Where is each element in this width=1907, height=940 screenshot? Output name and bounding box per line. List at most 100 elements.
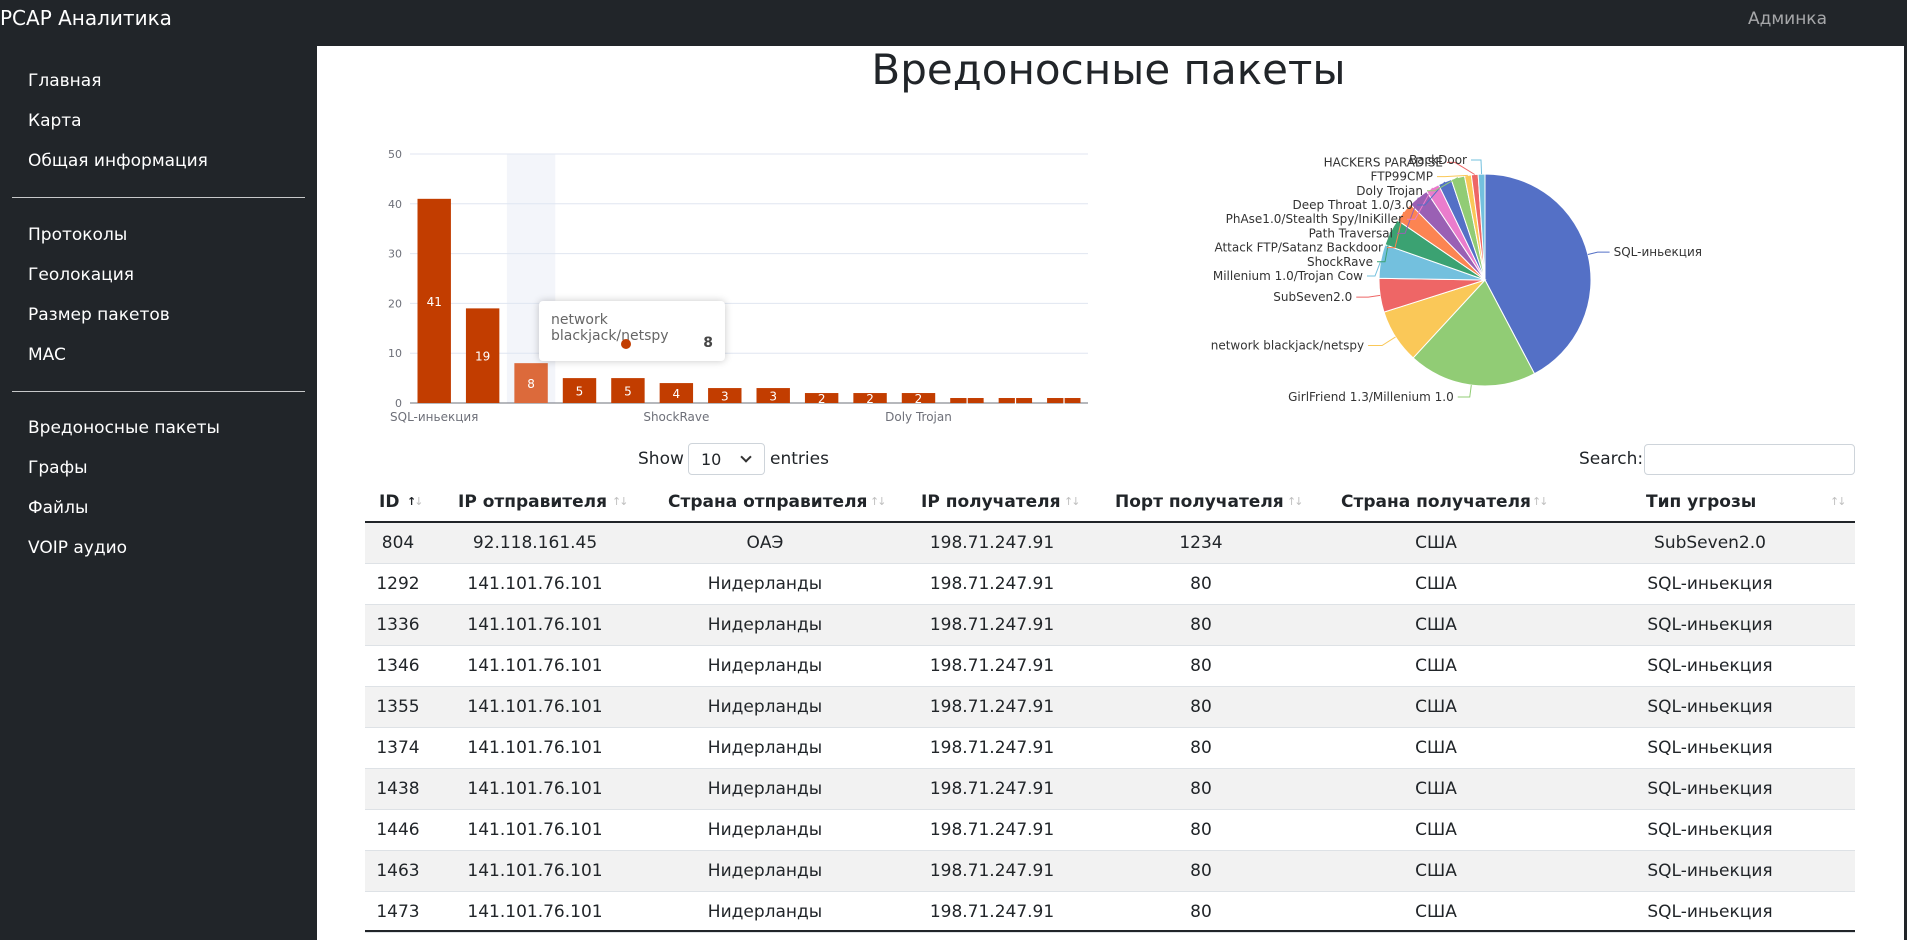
column-header-id[interactable]: ID <box>379 481 399 523</box>
table-row[interactable]: 1463 141.101.76.101 Нидерланды 198.71.247.9… <box>365 851 1855 892</box>
table-row[interactable]: 1446 141.101.76.101 Нидерланды 198.71.247.9… <box>365 810 1855 851</box>
column-header-receiver-port[interactable]: Порт получателя <box>1115 481 1284 523</box>
pie-label: Attack FTP/Satanz Backdoor <box>1214 241 1383 255</box>
cell-sender-ip: 141.101.76.101 <box>467 615 603 635</box>
cell-receiver-ip: 198.71.247.91 <box>929 615 1055 635</box>
cell-threat-type: SubSeven2.0 <box>1654 533 1766 553</box>
sort-icon[interactable]: ↑↓ <box>1287 481 1304 523</box>
sort-icon[interactable]: ↑↓ <box>870 481 887 523</box>
cell-sender-country: Нидерланды <box>707 615 823 635</box>
sidebar-item-geolocation[interactable]: Геолокация <box>28 265 134 285</box>
page-title: Вредоносные пакеты <box>871 45 1346 94</box>
table-row[interactable]: 1292 141.101.76.101 Нидерланды 198.71.247.9… <box>365 564 1855 605</box>
bar-data-label: 2 <box>866 392 874 406</box>
sidebar-item-graphs[interactable]: Графы <box>28 458 88 478</box>
sidebar-item-protocols[interactable]: Протоколы <box>28 225 127 245</box>
cell-receiver-port: 80 <box>1190 615 1212 635</box>
sidebar-item-files[interactable]: Файлы <box>28 498 88 518</box>
cell-receiver-country: США <box>1415 779 1457 799</box>
bar-chart: 0 10 20 30 40 50 41 19 8 5 5 4 3 3 2 2 2 1 1 1 SQL-иньекция S… <box>388 148 1088 424</box>
cell-receiver-country: США <box>1415 656 1457 676</box>
cell-receiver-port: 80 <box>1190 738 1212 758</box>
table-row[interactable]: 1473 141.101.76.101 Нидерланды 198.71.247.9… <box>365 892 1855 933</box>
entries-label: entries <box>770 449 829 469</box>
cell-receiver-country: США <box>1415 697 1457 717</box>
app-brand[interactable]: PCAP Аналитика <box>0 6 172 30</box>
pie-label: BackDoor <box>1409 153 1467 167</box>
cell-sender-ip: 141.101.76.101 <box>467 738 603 758</box>
sidebar-item-mac[interactable]: MAC <box>28 345 66 365</box>
table-row[interactable]: 1346 141.101.76.101 Нидерланды 198.71.247.9… <box>365 646 1855 687</box>
column-header-sender-country[interactable]: Страна отправителя <box>668 481 867 523</box>
bar-data-label: 2 <box>818 392 826 406</box>
sidebar-item-voip-audio[interactable]: VOIP аудио <box>28 538 127 558</box>
table-row[interactable]: 804 92.118.161.45 ОАЭ 198.71.247.91 1234 США S… <box>365 523 1855 564</box>
sort-icon[interactable]: ↑↓ <box>1830 481 1847 523</box>
column-header-receiver-ip[interactable]: IP получателя <box>921 481 1061 523</box>
top-navbar: PCAP Аналитика Админка <box>0 0 1907 46</box>
bar-data-label: 5 <box>624 385 632 399</box>
cell-receiver-port: 80 <box>1190 574 1212 594</box>
entries-per-page-select[interactable]: 10 <box>688 443 765 475</box>
bar-data-label: 5 <box>576 385 584 399</box>
cell-sender-ip: 141.101.76.101 <box>467 902 603 922</box>
sidebar-item-malicious-packets[interactable]: Вредоносные пакеты <box>28 418 220 438</box>
sort-icon[interactable]: ↑↓ <box>612 481 629 523</box>
pie-label: GirlFriend 1.3/Millenium 1.0 <box>1288 390 1454 404</box>
cell-receiver-country: США <box>1415 820 1457 840</box>
sidebar-item-home[interactable]: Главная <box>28 71 101 91</box>
sidebar-item-map[interactable]: Карта <box>28 111 82 131</box>
cell-receiver-country: США <box>1415 902 1457 922</box>
sort-asc-icon[interactable]: ↑↓ <box>407 481 424 523</box>
table-row[interactable]: 1438 141.101.76.101 Нидерланды 198.71.247.9… <box>365 769 1855 810</box>
pie-label: PhAse1.0/Stealth Spy/IniKiller <box>1226 212 1403 226</box>
user-menu[interactable]: Админка <box>1748 9 1827 29</box>
cell-threat-type: SQL-иньекция <box>1647 902 1773 922</box>
table-row[interactable]: 1374 141.101.76.101 Нидерланды 198.71.247.9… <box>365 728 1855 769</box>
entries-per-page-value: 10 <box>701 450 722 469</box>
cell-sender-ip: 141.101.76.101 <box>467 779 603 799</box>
cell-sender-country: Нидерланды <box>707 861 823 881</box>
pie-chart: SQL-иньекция GirlFriend 1.3/Millenium 1.0… <box>1211 153 1702 404</box>
y-tick-label: 30 <box>388 248 402 261</box>
cell-receiver-port: 80 <box>1190 656 1212 676</box>
y-tick-label: 50 <box>388 148 402 161</box>
cell-sender-country: ОАЭ <box>746 533 784 553</box>
column-header-threat-type[interactable]: Тип угрозы <box>1646 481 1756 523</box>
cell-sender-country: Нидерланды <box>707 738 823 758</box>
bar-data-label: 3 <box>769 390 777 404</box>
bar-data-label: 1 <box>1060 395 1068 409</box>
cell-sender-ip: 92.118.161.45 <box>472 533 598 553</box>
cell-receiver-ip: 198.71.247.91 <box>929 574 1055 594</box>
cell-sender-ip: 141.101.76.101 <box>467 820 603 840</box>
sort-icon[interactable]: ↑↓ <box>1532 481 1549 523</box>
sidebar-item-overview[interactable]: Общая информация <box>28 151 208 171</box>
cell-receiver-country: США <box>1415 533 1457 553</box>
table-row[interactable]: 1336 141.101.76.101 Нидерланды 198.71.247.9… <box>365 605 1855 646</box>
pie-label: ShockRave <box>1307 255 1373 269</box>
pie-label: FTP99CMP <box>1371 170 1434 184</box>
pie-label: network blackjack/netspy <box>1211 339 1364 353</box>
column-header-sender-ip[interactable]: IP отправителя <box>458 481 607 523</box>
x-tick-label: ShockRave <box>643 410 709 424</box>
pie-label: Millenium 1.0/Trojan Cow <box>1213 269 1363 283</box>
cell-threat-type: SQL-иньекция <box>1647 779 1773 799</box>
bar-data-label: 3 <box>721 390 729 404</box>
cell-threat-type: SQL-иньекция <box>1647 738 1773 758</box>
tooltip-label: network blackjack/netspy <box>551 312 669 344</box>
table-row[interactable]: 1355 141.101.76.101 Нидерланды 198.71.247.9… <box>365 687 1855 728</box>
cell-threat-type: SQL-иньекция <box>1647 820 1773 840</box>
cell-sender-ip: 141.101.76.101 <box>467 574 603 594</box>
show-label: Show <box>638 449 684 469</box>
pie-label-line <box>1457 385 1472 398</box>
bar-data-label: 19 <box>475 350 490 364</box>
sidebar-item-packet-size[interactable]: Размер пакетов <box>28 305 170 325</box>
x-tick-label: Doly Trojan <box>885 410 952 424</box>
search-input[interactable] <box>1644 444 1855 475</box>
pie-label: SubSeven2.0 <box>1273 290 1352 304</box>
cell-receiver-ip: 198.71.247.91 <box>929 656 1055 676</box>
pie-label: Path Traversal <box>1309 226 1393 240</box>
cell-sender-country: Нидерланды <box>707 574 823 594</box>
column-header-receiver-country[interactable]: Страна получателя <box>1341 481 1531 523</box>
sort-icon[interactable]: ↑↓ <box>1064 481 1081 523</box>
